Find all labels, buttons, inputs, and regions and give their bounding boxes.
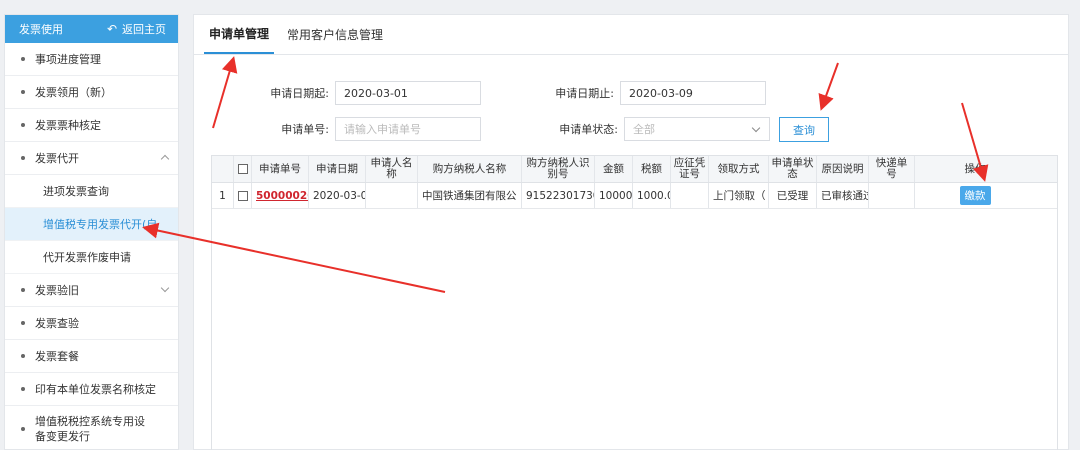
sidebar-subitem-label: 代开发票作废申请 (43, 251, 131, 264)
bullet-icon (21, 90, 25, 94)
cell-amount: 10000 (595, 183, 633, 208)
cell-status: 已受理 (769, 183, 817, 208)
checkbox[interactable] (237, 190, 248, 201)
bullet-icon (21, 321, 25, 325)
form-row-dates: 申请日期起: 2020-03-01 (194, 81, 481, 105)
sidebar-title: 发票使用 (19, 23, 63, 36)
sidebar-subitem-input-invoice-query[interactable]: 进项发票查询 (5, 175, 178, 208)
form-row-status: 申请单状态: 全部 (534, 117, 770, 141)
header-select-all[interactable] (234, 156, 252, 182)
sidebar-item-invoice-type[interactable]: 发票票种核定 (5, 109, 178, 142)
chevron-down-icon (160, 283, 170, 293)
pay-button[interactable]: 缴款 (959, 186, 991, 205)
tab-bar: 申请单管理 常用客户信息管理 (194, 15, 1068, 55)
bullet-icon (21, 387, 25, 391)
sidebar-item-invoice-check[interactable]: 发票查验 (5, 307, 178, 340)
sidebar-item-label: 发票套餐 (35, 350, 79, 363)
sidebar-item-label: 印有本单位发票名称核定 (35, 383, 156, 396)
sidebar-item-label: 发票查验 (35, 317, 79, 330)
checkbox[interactable] (237, 164, 248, 174)
cell-express (869, 183, 915, 208)
form-row-order: 申请单号: 请输入申请单号 (194, 117, 481, 141)
bullet-icon (21, 426, 25, 431)
col-header: 申请单号 (252, 156, 309, 182)
cell-applicant (366, 183, 418, 208)
tab-application-management[interactable]: 申请单管理 (204, 14, 275, 54)
cell-tax: 1000.0 (633, 183, 671, 208)
col-header: 金额 (595, 156, 633, 182)
col-header: 购方纳税人名称 (418, 156, 522, 182)
application-table: 申请单号 申请日期 申请人名称 购方纳税人名称 购方纳税人识别号 金额 税额 应… (211, 155, 1058, 450)
chevron-up-icon (160, 154, 170, 164)
table-header: 申请单号 申请日期 申请人名称 购方纳税人名称 购方纳税人识别号 金额 税额 应… (212, 156, 1057, 183)
status-select-value: 全部 (633, 123, 655, 136)
date-start-label: 申请日期起: (270, 87, 329, 100)
sidebar-item-label: 发票领用（新） (35, 86, 112, 99)
col-header: 税额 (633, 156, 671, 182)
col-header: 申请人名称 (366, 156, 418, 182)
sidebar-subitem-label: 进项发票查询 (43, 185, 109, 198)
col-header: 申请日期 (309, 156, 366, 182)
sidebar-subitem-vat-special-issue[interactable]: 增值税专用发票代开(自 (5, 208, 178, 241)
col-header: 领取方式 (709, 156, 769, 182)
query-button[interactable]: 查询 (779, 117, 829, 142)
status-select[interactable]: 全部 (624, 117, 770, 141)
order-no-text[interactable]: 50000026 (256, 190, 308, 202)
bullet-icon (21, 354, 25, 358)
sidebar-subitem-void-apply[interactable]: 代开发票作废申请 (5, 241, 178, 274)
cell-voucher (671, 183, 709, 208)
col-header: 申请单状态 (769, 156, 817, 182)
date-end-input[interactable]: 2020-03-09 (620, 81, 766, 105)
col-index (212, 156, 234, 182)
main-panel: 申请单管理 常用客户信息管理 申请日期起: 2020-03-01 申请日期止: … (193, 14, 1069, 450)
col-header: 操作 (964, 162, 986, 175)
bullet-icon (21, 123, 25, 127)
sidebar-item-company-invoice-name[interactable]: 印有本单位发票名称核定 (5, 373, 178, 406)
row-index: 1 (212, 183, 234, 208)
sidebar-item-label: 发票验旧 (35, 284, 79, 297)
status-label: 申请单状态: (559, 123, 618, 136)
row-select[interactable] (234, 183, 252, 208)
col-header: 快递单号 (869, 156, 915, 182)
col-header: 应征凭证号 (671, 156, 709, 182)
date-end-label: 申请日期止: (555, 87, 614, 100)
tab-customer-info[interactable]: 常用客户信息管理 (282, 14, 388, 54)
sidebar-item-invoice-issue[interactable]: 发票代开 (5, 142, 178, 175)
bullet-icon (21, 57, 25, 61)
chevron-down-icon (751, 123, 761, 133)
sidebar-item-label: 发票代开 (35, 152, 79, 165)
cell-buyer-id: 91522301730 (522, 183, 595, 208)
cell-buyer-name: 中国铁通集团有限公 (418, 183, 522, 208)
sidebar-item-label: 发票票种核定 (35, 119, 101, 132)
sidebar-item-tax-device-change[interactable]: 增值税税控系统专用设备变更发行 (5, 406, 178, 449)
cell-date: 2020-03-0 (309, 183, 366, 208)
sidebar-item-progress[interactable]: 事项进度管理 (5, 43, 178, 76)
cell-reason: 已审核通过 (817, 183, 869, 208)
back-home-label: 返回主页 (122, 23, 166, 36)
sidebar-item-invoice-package[interactable]: 发票套餐 (5, 340, 178, 373)
sidebar-header: 发票使用 ↶ 返回主页 (5, 15, 178, 43)
sidebar-item-invoice-verify-old[interactable]: 发票验旧 (5, 274, 178, 307)
form-row-date-end: 申请日期止: 2020-03-09 (534, 81, 766, 105)
sidebar-item-label: 事项进度管理 (35, 53, 101, 66)
col-header: 原因说明 (817, 156, 869, 182)
col-header: 购方纳税人识别号 (522, 156, 595, 182)
back-arrow-icon: ↶ (106, 22, 117, 36)
back-home-button[interactable]: ↶ 返回主页 (107, 21, 166, 37)
bullet-icon (21, 288, 25, 292)
sidebar-item-label: 增值税税控系统专用设备变更发行 (35, 414, 145, 443)
sidebar-item-invoice-apply[interactable]: 发票领用（新） (5, 76, 178, 109)
order-no-label: 申请单号: (281, 123, 329, 136)
bullet-icon (21, 156, 25, 160)
table-row[interactable]: 1 50000026 2020-03-0 中国铁通集团有限公 915223017… (212, 183, 1057, 209)
cell-action: 缴款 (915, 183, 1035, 208)
date-start-input[interactable]: 2020-03-01 (335, 81, 481, 105)
order-no-input[interactable]: 请输入申请单号 (335, 117, 481, 141)
sidebar: 发票使用 ↶ 返回主页 事项进度管理 发票领用（新） 发票票种核定 发票代开 进… (4, 14, 179, 450)
cell-pickup: 上门领取（ (709, 183, 769, 208)
sidebar-subitem-label: 增值税专用发票代开(自 (43, 218, 158, 231)
order-no-link[interactable]: 50000026 (252, 183, 309, 208)
